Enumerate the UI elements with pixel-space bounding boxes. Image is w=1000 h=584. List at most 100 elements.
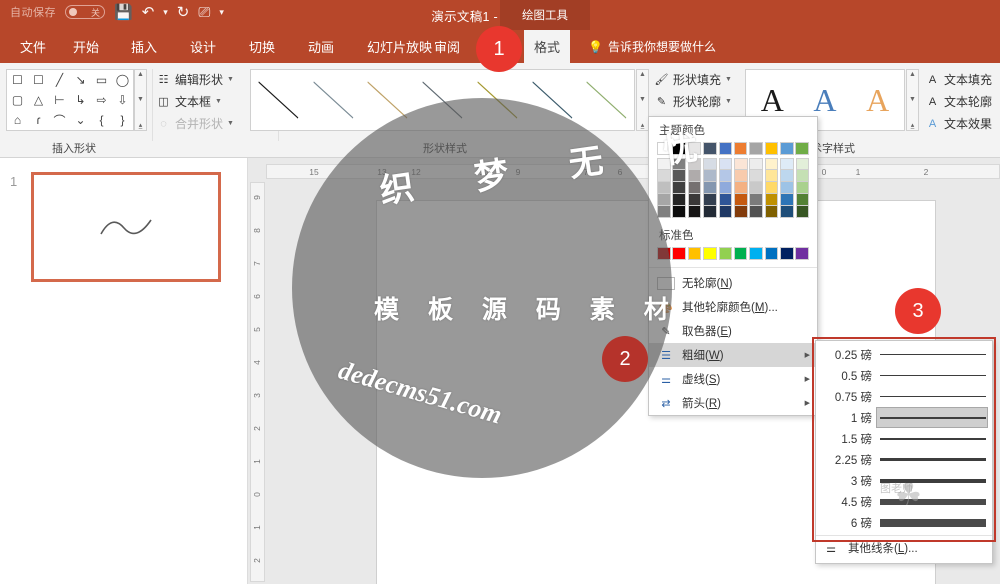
edit-shape-button[interactable]: ☷ 编辑形状 ▼ bbox=[156, 71, 234, 88]
theme-variant-swatch[interactable] bbox=[703, 158, 717, 170]
theme-variant-swatch[interactable] bbox=[688, 182, 702, 194]
theme-variant-swatch[interactable] bbox=[796, 158, 810, 170]
theme-variant-swatch[interactable] bbox=[688, 194, 702, 206]
shape-style-6[interactable] bbox=[525, 70, 580, 130]
chevron-down-icon[interactable]: ▼ bbox=[725, 98, 732, 105]
tab-design[interactable]: 设计 bbox=[180, 30, 226, 63]
scroll-down-icon[interactable]: ▼ bbox=[909, 96, 916, 103]
shape-rectangle[interactable]: ▭ bbox=[91, 70, 112, 90]
wordart-sample-2[interactable]: A bbox=[813, 84, 836, 116]
shape-triangle[interactable]: △ bbox=[28, 90, 49, 110]
standard-color-swatch[interactable] bbox=[657, 247, 671, 260]
standard-color-swatch[interactable] bbox=[703, 247, 717, 260]
text-fill-button[interactable]: A 文本填充 bbox=[925, 71, 992, 88]
menu-item-more-outline-colors[interactable]: 🎨 其他轮廓颜色(M)... bbox=[649, 295, 817, 319]
theme-variant-swatch[interactable] bbox=[703, 170, 717, 182]
text-effects-button[interactable]: A 文本效果 bbox=[925, 115, 992, 132]
theme-variant-swatch[interactable] bbox=[780, 158, 794, 170]
theme-variant-swatch[interactable] bbox=[749, 182, 763, 194]
theme-color-swatch[interactable] bbox=[734, 142, 748, 155]
theme-color-swatch[interactable] bbox=[657, 142, 671, 155]
theme-color-swatch[interactable] bbox=[688, 142, 702, 155]
shapes-gallery-scrollbar[interactable]: ▲ ▼ ▴̲ bbox=[134, 69, 147, 131]
theme-variant-swatch[interactable] bbox=[734, 182, 748, 194]
shape-style-4[interactable] bbox=[415, 70, 470, 130]
shape-right-arrow[interactable]: ⇨ bbox=[91, 90, 112, 110]
theme-variant-swatch[interactable] bbox=[780, 170, 794, 182]
menu-item-arrows[interactable]: ⇄ 箭头(R) ▶ bbox=[649, 391, 817, 415]
theme-color-swatch[interactable] bbox=[780, 142, 794, 155]
theme-variant-swatch[interactable] bbox=[657, 158, 671, 170]
theme-variant-swatch[interactable] bbox=[672, 170, 686, 182]
theme-variant-swatch[interactable] bbox=[749, 194, 763, 206]
weight-option-3[interactable]: 3 磅 bbox=[816, 470, 992, 491]
standard-color-swatch[interactable] bbox=[672, 247, 686, 260]
theme-variant-swatch[interactable] bbox=[672, 194, 686, 206]
scroll-up-icon[interactable]: ▲ bbox=[639, 71, 646, 78]
tab-transitions[interactable]: 切换 bbox=[239, 30, 285, 63]
more-lines-option[interactable]: ⚌ 其他线条(L)... bbox=[816, 535, 992, 560]
shape-left-brace[interactable]: { bbox=[91, 110, 112, 130]
shape-elbow-connector[interactable]: ⊢ bbox=[49, 90, 70, 110]
theme-variant-swatch[interactable] bbox=[719, 158, 733, 170]
theme-variant-swatch[interactable] bbox=[780, 182, 794, 194]
theme-color-swatch[interactable] bbox=[719, 142, 733, 155]
theme-variant-swatch[interactable] bbox=[765, 206, 779, 218]
theme-variant-swatch[interactable] bbox=[703, 182, 717, 194]
theme-variant-swatch[interactable] bbox=[749, 206, 763, 218]
wordart-sample-1[interactable]: A bbox=[761, 84, 784, 116]
standard-color-swatch[interactable] bbox=[719, 247, 733, 260]
shape-vertical-text[interactable]: ☐ bbox=[28, 70, 49, 90]
scroll-up-icon[interactable]: ▲ bbox=[909, 71, 916, 78]
theme-variant-swatch[interactable] bbox=[796, 206, 810, 218]
shape-styles-gallery[interactable] bbox=[250, 69, 635, 131]
chevron-down-icon[interactable]: ▼ bbox=[227, 76, 234, 83]
theme-variant-swatch[interactable] bbox=[796, 182, 810, 194]
weight-option-0_25[interactable]: 0.25 磅 bbox=[816, 344, 992, 365]
scroll-more-icon[interactable]: ▴̲ bbox=[911, 121, 915, 129]
theme-color-swatch[interactable] bbox=[703, 142, 717, 155]
line-weight-submenu[interactable]: 0.25 磅 0.5 磅 0.75 磅 1 磅 1.5 磅 2.25 磅 3 磅 bbox=[815, 340, 993, 564]
theme-variant-swatch[interactable] bbox=[765, 158, 779, 170]
theme-variant-swatch[interactable] bbox=[703, 206, 717, 218]
standard-color-swatch[interactable] bbox=[765, 247, 779, 260]
scroll-more-icon[interactable]: ▴̲ bbox=[641, 121, 645, 129]
shape-ellipse[interactable]: ◯ bbox=[112, 70, 133, 90]
shape-style-5[interactable] bbox=[470, 70, 525, 130]
standard-color-swatch[interactable] bbox=[749, 247, 763, 260]
menu-item-dashes[interactable]: ⚌ 虚线(S) ▶ bbox=[649, 367, 817, 391]
theme-variant-swatch[interactable] bbox=[734, 158, 748, 170]
theme-variant-swatch[interactable] bbox=[719, 194, 733, 206]
vertical-ruler[interactable]: 9 8 7 6 5 4 3 2 1 0 1 2 bbox=[250, 182, 265, 582]
textbox-button[interactable]: ◫ 文本框 ▼ bbox=[156, 93, 222, 110]
scroll-down-icon[interactable]: ▼ bbox=[137, 96, 144, 103]
theme-variant-swatch[interactable] bbox=[672, 182, 686, 194]
theme-color-swatch[interactable] bbox=[672, 142, 686, 155]
theme-variant-swatch[interactable] bbox=[719, 170, 733, 182]
theme-variant-swatch[interactable] bbox=[688, 170, 702, 182]
theme-variant-swatch[interactable] bbox=[734, 206, 748, 218]
chevron-down-icon[interactable]: ▼ bbox=[227, 120, 234, 127]
weight-option-6[interactable]: 6 磅 bbox=[816, 512, 992, 533]
tab-format[interactable]: 格式 bbox=[524, 30, 570, 63]
menu-item-eyedropper[interactable]: ✎ 取色器(E) bbox=[649, 319, 817, 343]
theme-variant-swatch[interactable] bbox=[734, 194, 748, 206]
wordart-gallery-scrollbar[interactable]: ▲ ▼ ▴̲ bbox=[906, 69, 919, 131]
shape-down-arrow[interactable]: ⇩ bbox=[112, 90, 133, 110]
shape-arc[interactable]: ⌒ bbox=[49, 110, 70, 130]
theme-variant-swatch[interactable] bbox=[719, 206, 733, 218]
chevron-down-icon[interactable]: ▼ bbox=[215, 98, 222, 105]
shape-fill-button[interactable]: 🖌 形状填充 ▼ bbox=[654, 71, 732, 88]
shape-curve[interactable]: ⌄ bbox=[70, 110, 91, 130]
theme-variant-swatch[interactable] bbox=[672, 158, 686, 170]
shape-freeform[interactable]: ⌂ bbox=[7, 110, 28, 130]
theme-variant-swatch[interactable] bbox=[688, 206, 702, 218]
theme-variant-swatch[interactable] bbox=[765, 194, 779, 206]
shape-style-3[interactable] bbox=[360, 70, 415, 130]
horizontal-ruler[interactable]: 15 13 12 10 9 7 6 4 3 1 0 1 2 bbox=[266, 164, 1000, 179]
tab-home[interactable]: 开始 bbox=[63, 30, 109, 63]
theme-color-swatch[interactable] bbox=[749, 142, 763, 155]
chevron-down-icon[interactable]: ▼ bbox=[725, 76, 732, 83]
tell-me-box[interactable]: 💡 告诉我你想要做什么 bbox=[588, 30, 716, 63]
slide-thumbnail-1[interactable] bbox=[31, 172, 221, 282]
